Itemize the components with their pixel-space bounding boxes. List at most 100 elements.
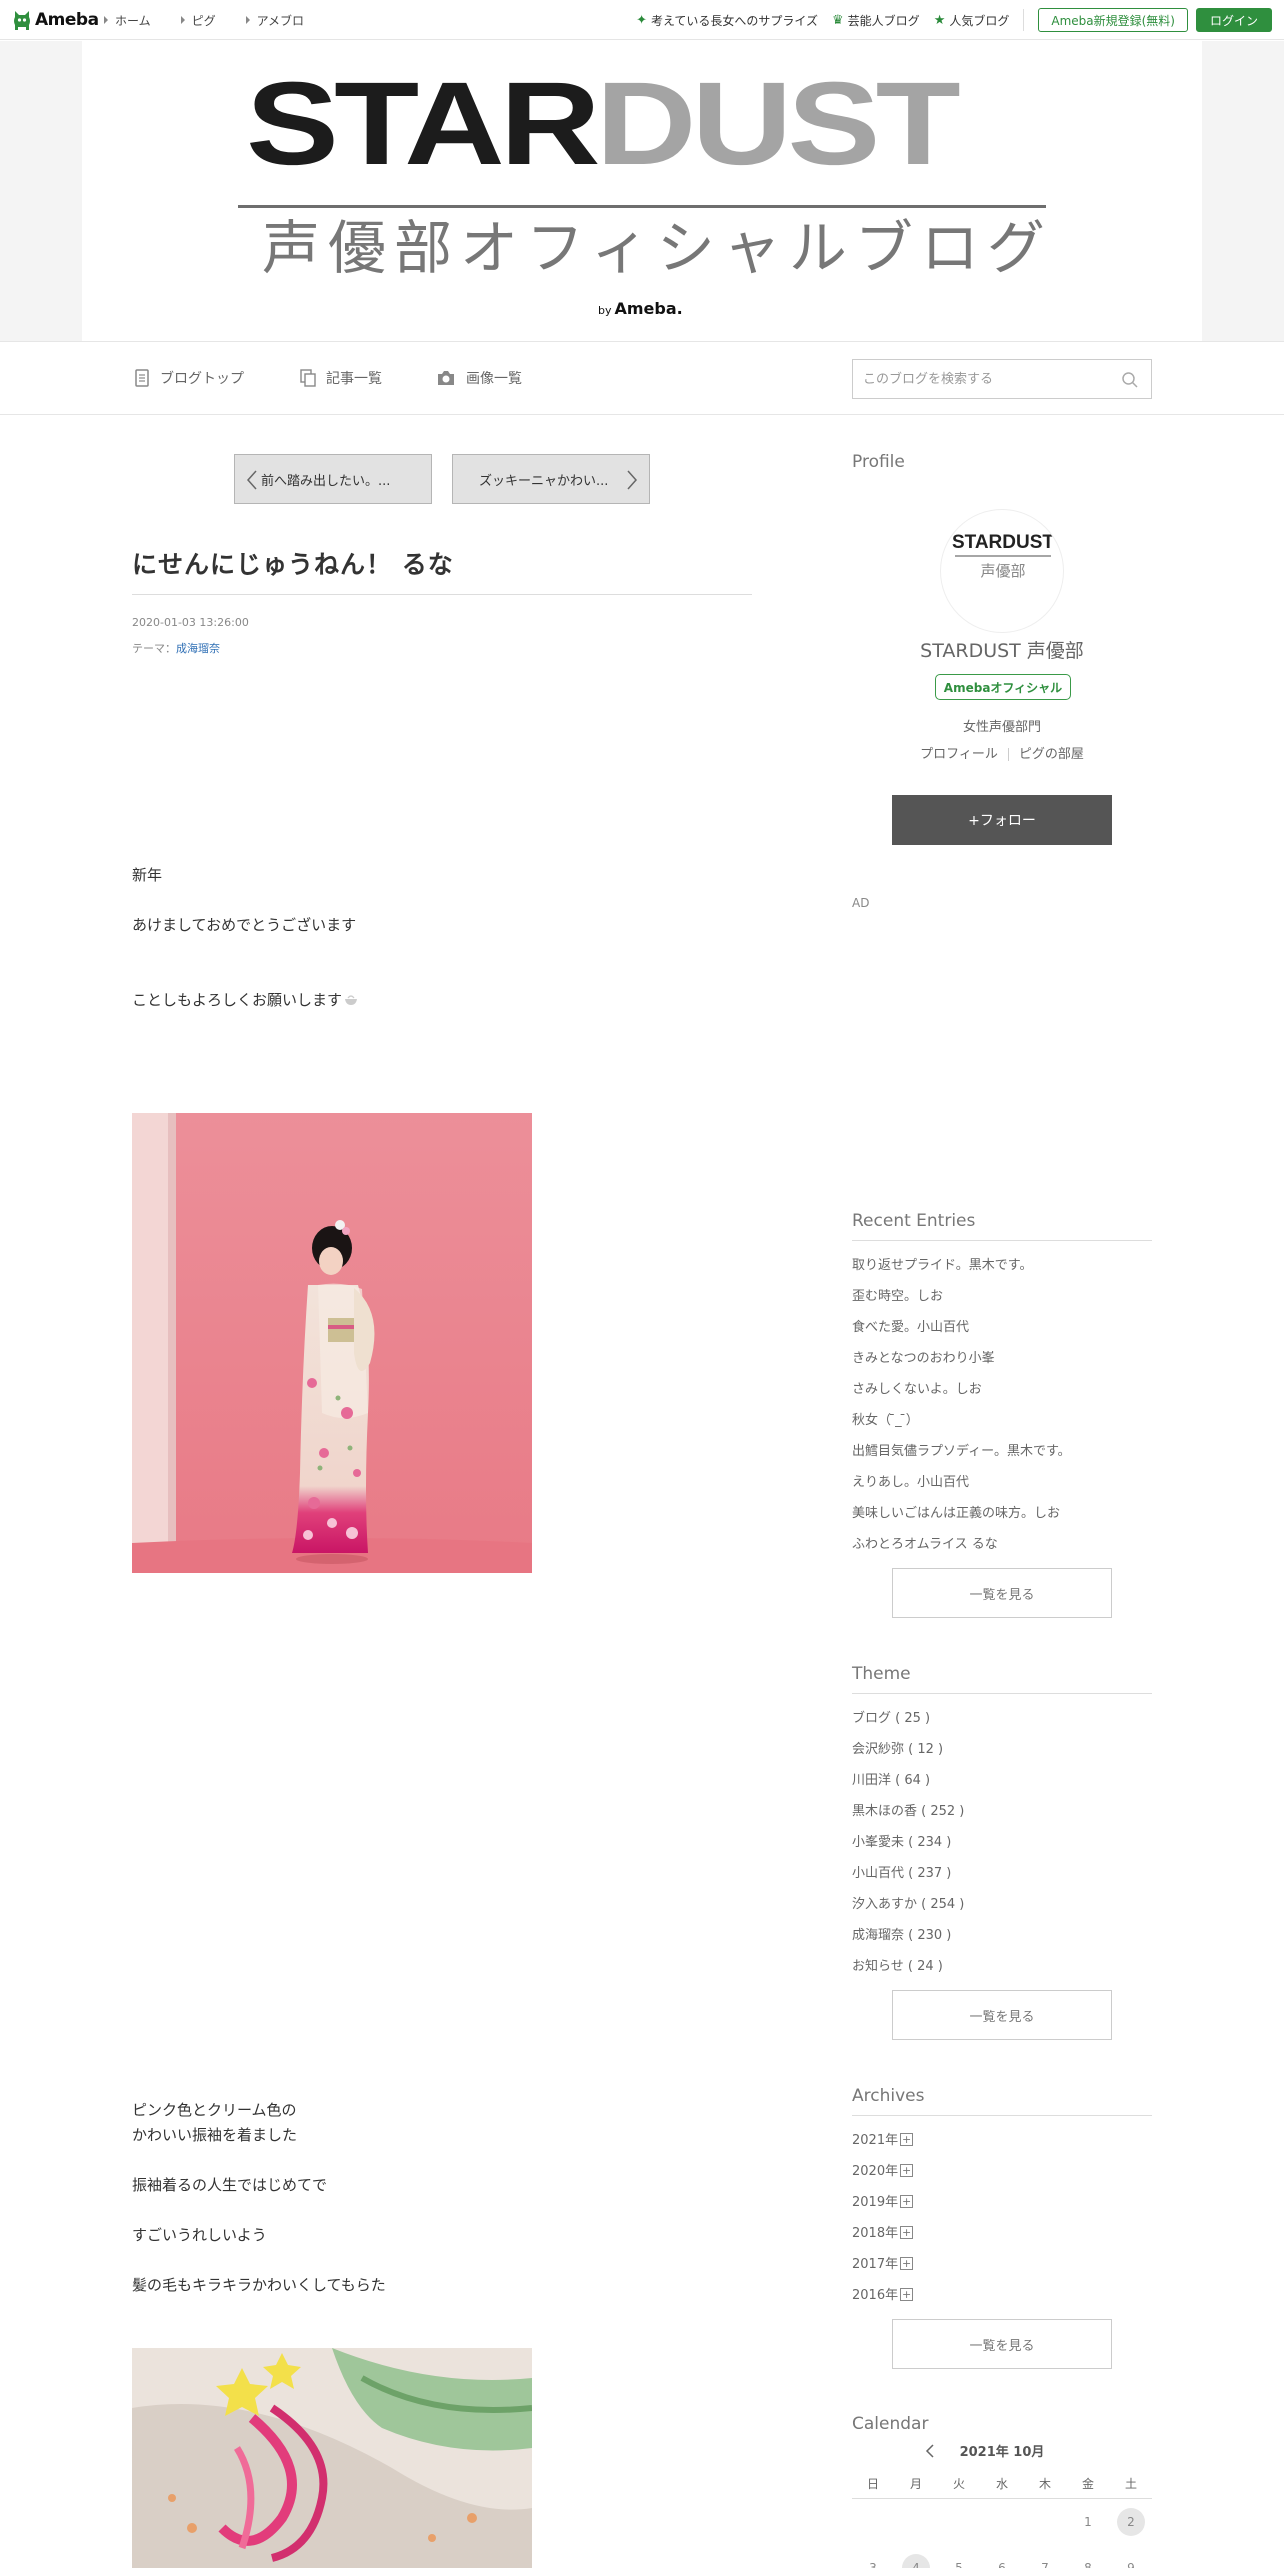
recent-entry-link[interactable]: 秋女（ ̄_ ̄） [852, 1409, 919, 1428]
theme-link[interactable]: 成海瑠奈 [176, 642, 220, 655]
archive-year[interactable]: 2016年 + [852, 2284, 914, 2303]
archive-year-label: 2016年 [852, 2288, 899, 2303]
calendar-heading: Calendar [852, 2414, 929, 2434]
calendar-dow: 土 [1124, 2477, 1137, 2491]
theme-more-button[interactable]: 一覧を見る [892, 1990, 1112, 2040]
article-photo-furisode[interactable] [132, 1113, 532, 1573]
article-photo-hair-ornament[interactable] [132, 2348, 532, 2568]
profile-category: 女性声優部門 [962, 720, 1041, 735]
theme-link[interactable]: 黒木ほの香 ( 252 ) [852, 1800, 964, 1819]
archive-year[interactable]: 2019年 + [852, 2191, 914, 2210]
global-nav: ホーム ピグ アメブロ [104, 0, 334, 40]
header-title: STARDUST [246, 65, 961, 183]
theme-link[interactable]: お知らせ ( 24 ) [852, 1955, 943, 1974]
profile-name[interactable]: STARDUST 声優部 [852, 636, 1152, 663]
register-button[interactable]: Ameba新規登録(無料) [1038, 8, 1188, 32]
nav-home[interactable]: ホーム [104, 12, 151, 29]
theme-link[interactable]: 小山百代 ( 237 ) [852, 1862, 951, 1881]
search-icon[interactable] [1121, 371, 1139, 389]
archive-year[interactable]: 2021年 + [852, 2129, 914, 2148]
archives-more-button[interactable]: 一覧を見る [892, 2319, 1112, 2369]
theme-link[interactable]: 小峯愛未 ( 234 ) [852, 1831, 951, 1850]
follow-button[interactable]: +フォロー [892, 795, 1112, 845]
recent-more-button[interactable]: 一覧を見る [892, 1568, 1112, 1618]
archive-year[interactable]: 2018年 + [852, 2222, 914, 2241]
next-entry-button[interactable]: ズッキーニャかわい... [452, 454, 650, 504]
search-input[interactable] [853, 360, 1103, 398]
profile-avatar[interactable]: STARDUST 声優部 [940, 509, 1064, 633]
recent-entry-link[interactable]: えりあし。小山百代 [852, 1471, 969, 1490]
article-paragraph: あけましておめでとうございます [132, 916, 357, 934]
recent-entry-link[interactable]: さみしくないよ。しお [852, 1378, 982, 1397]
ad-label: AD [852, 896, 870, 910]
calendar-dow: 水 [995, 2477, 1008, 2491]
article-paragraph: 髪の毛もキラキラかわいくしてもらた [132, 2276, 386, 2294]
crown-icon: ♛ [832, 12, 844, 28]
chevron-left-icon [246, 470, 257, 490]
calendar-day: 6 [998, 2561, 1006, 2568]
expand-icon[interactable]: + [900, 2195, 914, 2208]
theme-link[interactable]: 会沢紗弥 ( 12 ) [852, 1738, 943, 1757]
theme-link[interactable]: 成海瑠奈 ( 230 ) [852, 1924, 951, 1943]
theme-link[interactable]: 汐入あすか ( 254 ) [852, 1893, 964, 1912]
profile-link[interactable]: プロフィール [920, 747, 998, 762]
archive-year-label: 2017年 [852, 2257, 899, 2272]
avatar-text-seiyubu: 声優部 [980, 562, 1025, 580]
camera-icon [438, 371, 454, 385]
expand-icon[interactable]: + [900, 2133, 914, 2146]
archive-year-label: 2018年 [852, 2226, 899, 2241]
recent-entry-link[interactable]: 歪む時空。しお [852, 1285, 943, 1304]
recent-entry-link[interactable]: 取り返せプライド。黒木です。 [852, 1254, 1032, 1273]
recent-entry-link[interactable]: 出鱈目気儘ラプソディー。黒木です。 [852, 1440, 1071, 1459]
expand-icon[interactable]: + [900, 2257, 914, 2270]
calendar-day-with-entry[interactable]: 2 [1117, 2508, 1145, 2536]
official-badge: Amebaオフィシャル [935, 674, 1071, 700]
header-title-dust: DUST [595, 58, 961, 190]
prev-entry-button[interactable]: 前へ踏み出したい。... [234, 454, 432, 504]
recent-entry-link[interactable]: 食べた愛。小山百代 [852, 1316, 969, 1335]
article-paragraph: かわいい振袖を着ました [132, 2126, 298, 2144]
link-popular-blog[interactable]: ★ 人気ブログ [934, 12, 1010, 29]
expand-icon[interactable]: + [900, 2164, 914, 2177]
article-paragraph: 新年 [132, 866, 163, 884]
by-prefix: by [598, 304, 612, 317]
expand-icon[interactable]: + [900, 2226, 914, 2239]
ameba-mascot-icon [14, 11, 30, 30]
archive-year-label: 2021年 [852, 2133, 899, 2148]
avatar-logo-image: STARDUST 声優部 [952, 532, 1054, 580]
calendar-dow: 木 [1038, 2477, 1051, 2491]
nav-entry-list[interactable]: 記事一覧 [300, 368, 382, 388]
nav-blog-top[interactable]: ブログトップ [134, 368, 244, 388]
paragraph-text: ことしもよろしくお願いします [132, 991, 343, 1009]
pigg-room-link[interactable]: ピグの部屋 [1019, 747, 1084, 762]
recent-entry-link[interactable]: きみとなつのおわり小峯 [852, 1347, 995, 1366]
calendar-dow: 月 [909, 2477, 922, 2491]
calendar-day-with-entry[interactable]: 4 [902, 2554, 930, 2568]
blog-header-banner[interactable]: STARDUST 声優部オフィシャルブログ by Ameba. [82, 41, 1202, 341]
article-date: 2020-01-03 13:26:00 [132, 616, 249, 629]
link-popular-label: 人気ブログ [949, 13, 1010, 28]
theme-link[interactable]: ブログ ( 25 ) [852, 1707, 930, 1726]
nav-ameblo[interactable]: アメブロ [246, 12, 304, 29]
link-surprise[interactable]: ✦ 考えている長女へのサプライズ [636, 12, 818, 29]
expand-icon[interactable]: + [900, 2288, 914, 2301]
archive-year[interactable]: 2017年 + [852, 2253, 914, 2272]
login-button[interactable]: ログイン [1195, 8, 1272, 32]
article-paragraph: ことしもよろしくお願いします [132, 988, 358, 1013]
theme-prefix: テーマ： [132, 642, 176, 655]
archive-year[interactable]: 2020年 + [852, 2160, 914, 2179]
nav-image-list[interactable]: 画像一覧 [436, 368, 522, 388]
link-celebrity-blog[interactable]: ♛ 芸能人ブログ [832, 12, 920, 29]
divider [1007, 748, 1009, 761]
copy-icon [300, 369, 316, 387]
recent-entry-link[interactable]: 美味しいごはんは正義の味方。しお [852, 1502, 1060, 1521]
ameba-logo[interactable]: Ameba [12, 9, 99, 31]
by-brand: Ameba. [614, 299, 683, 318]
document-icon [135, 369, 149, 387]
recent-entry-link[interactable]: ふわとろオムライス るな [852, 1533, 998, 1552]
calendar-day: 9 [1127, 2561, 1135, 2568]
sparkle-icon: ✦ [636, 12, 647, 28]
prev-entry-label: 前へ踏み出したい。... [261, 473, 391, 489]
nav-pigg[interactable]: ピグ [181, 12, 216, 29]
theme-link[interactable]: 川田洋 ( 64 ) [852, 1769, 930, 1788]
